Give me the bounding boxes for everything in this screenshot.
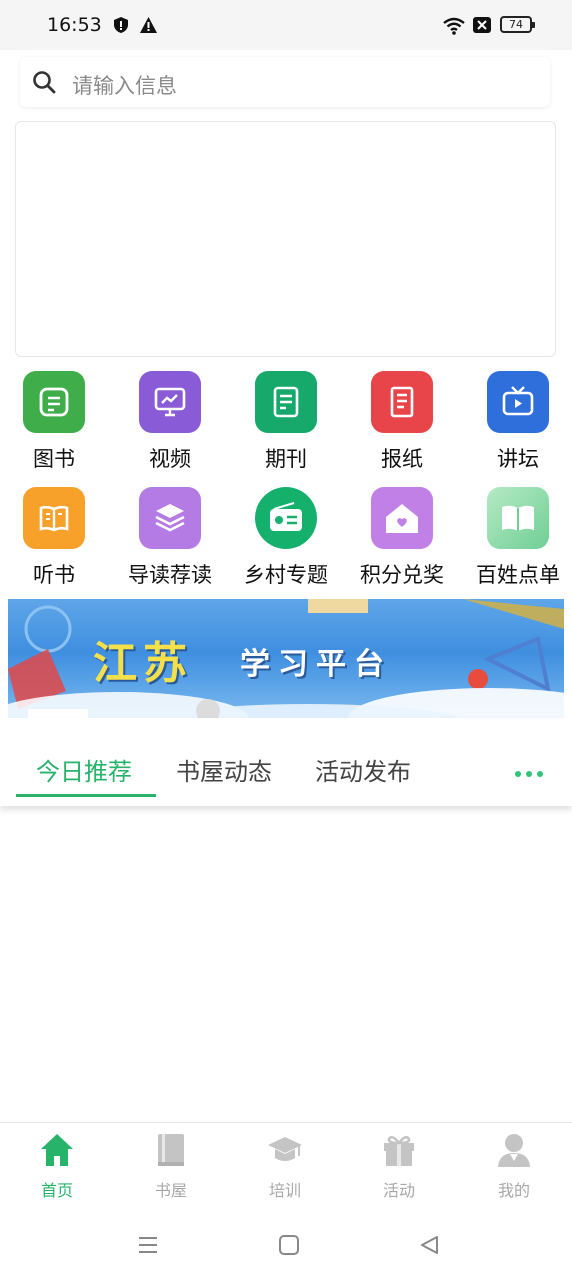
back-icon[interactable] (418, 1234, 440, 1256)
tab-today-recommend[interactable]: 今日推荐 (36, 752, 132, 787)
nav-mine[interactable]: 我的 (474, 1131, 554, 1201)
grid-item-label: 报纸 (381, 447, 423, 471)
banner-carousel[interactable] (15, 121, 556, 357)
video-icon (139, 371, 201, 433)
grid-item-reading-guide[interactable]: 导读荐读 (115, 487, 225, 589)
grid-item-label: 期刊 (265, 447, 307, 471)
tab-bookhouse-news[interactable]: 书屋动态 (176, 752, 272, 787)
grid-item-video[interactable]: 视频 (115, 371, 225, 473)
house-heart-icon (371, 487, 433, 549)
search-icon (33, 71, 56, 94)
user-icon (498, 1134, 530, 1167)
more-tabs-icon[interactable] (515, 762, 548, 781)
promo-subtitle: 学习平台 (240, 647, 392, 682)
radio-icon (255, 487, 317, 549)
home-square-icon[interactable] (278, 1234, 300, 1256)
home-icon (41, 1134, 73, 1166)
promo-title: 江苏 (93, 638, 193, 689)
tv-icon (487, 371, 549, 433)
grid-item-points-redeem[interactable]: 积分兑奖 (347, 487, 457, 589)
bottom-nav: 首页 书屋 培训 活动 我的 (0, 1122, 572, 1213)
grid-item-label: 图书 (33, 447, 75, 471)
tab-activity-posts[interactable]: 活动发布 (315, 752, 411, 787)
grid-item-label: 视频 (149, 447, 191, 471)
system-nav-bar (0, 1212, 572, 1280)
grid-item-lectures[interactable]: 讲坛 (463, 371, 572, 473)
promo-banner[interactable]: 江苏 学习平台 (8, 599, 564, 718)
nav-label: 培训 (268, 1181, 301, 1200)
bookshelf-icon (158, 1134, 184, 1166)
grid-item-public-orders[interactable]: 百姓点单 (463, 487, 572, 589)
nav-label: 活动 (382, 1181, 415, 1200)
nav-label: 书屋 (154, 1181, 187, 1200)
nav-home[interactable]: 首页 (17, 1131, 97, 1201)
grid-item-label: 导读荐读 (128, 563, 212, 587)
search-bar[interactable]: 请输入信息 (20, 57, 550, 107)
nav-activities[interactable]: 活动 (359, 1131, 439, 1201)
status-time: 16:53 (47, 14, 102, 36)
wifi-icon (443, 17, 465, 35)
book-icon (23, 371, 85, 433)
journal-icon (255, 371, 317, 433)
grid-item-audiobooks[interactable]: 听书 (0, 487, 109, 589)
nav-label: 首页 (40, 1181, 73, 1200)
grid-item-label: 乡村专题 (244, 563, 328, 587)
grid-item-label: 积分兑奖 (360, 563, 444, 587)
battery-icon: 74 (500, 16, 535, 33)
grid-item-books[interactable]: 图书 (0, 371, 109, 473)
nav-bookhouse[interactable]: 书屋 (131, 1131, 211, 1201)
grid-item-label: 听书 (33, 563, 75, 587)
status-bar: 16:53 74 (0, 0, 572, 50)
grid-item-rural-topics[interactable]: 乡村专题 (231, 487, 341, 589)
graduation-cap-icon (268, 1137, 302, 1161)
shield-alert-icon (114, 17, 128, 33)
audiobook-icon (23, 487, 85, 549)
nav-label: 我的 (497, 1181, 530, 1200)
warning-icon (140, 17, 157, 33)
search-input[interactable]: 请输入信息 (72, 70, 177, 100)
grid-item-newspapers[interactable]: 报纸 (347, 371, 457, 473)
open-book-icon (487, 487, 549, 549)
sim-blocked-icon (473, 17, 491, 33)
layers-icon (139, 487, 201, 549)
gift-icon (384, 1135, 414, 1166)
category-tabs: 今日推荐 书屋动态 活动发布 (0, 718, 572, 806)
grid-item-journals[interactable]: 期刊 (231, 371, 341, 473)
tab-active-indicator (16, 794, 156, 797)
grid-item-label: 讲坛 (497, 447, 539, 471)
newspaper-icon (371, 371, 433, 433)
grid-item-label: 百姓点单 (476, 563, 560, 587)
nav-training[interactable]: 培训 (245, 1131, 325, 1201)
menu-icon[interactable] (137, 1234, 159, 1256)
